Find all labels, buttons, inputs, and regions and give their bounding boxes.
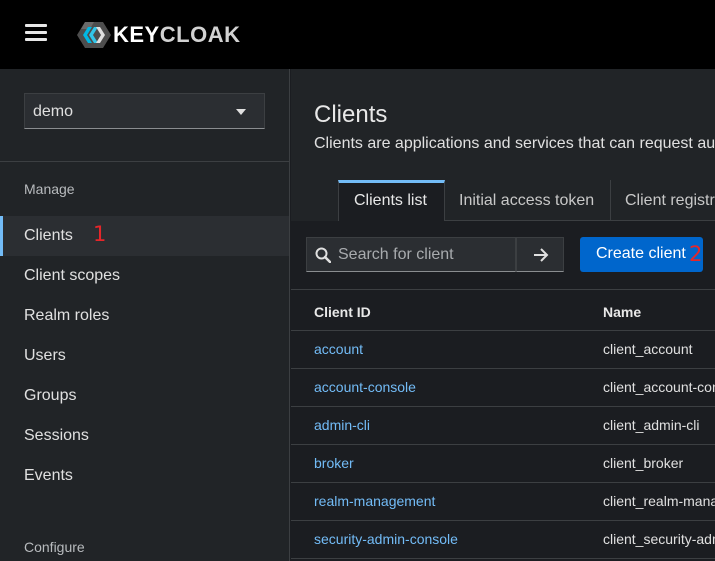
caret-down-icon bbox=[236, 109, 246, 115]
search-box bbox=[306, 237, 516, 272]
create-client-button[interactable]: Create client bbox=[580, 237, 703, 272]
client-id-link[interactable]: account-console bbox=[314, 379, 416, 395]
logo-wordmark: KEYCLOAK bbox=[113, 22, 241, 47]
realm-selector-value: demo bbox=[33, 103, 74, 120]
sidebar-item-users[interactable]: Users bbox=[0, 336, 289, 376]
table-row: admin-cli client_admin-cli bbox=[291, 407, 715, 445]
client-name: client_account bbox=[603, 341, 693, 357]
table-row: broker client_broker bbox=[291, 445, 715, 483]
client-name: client_admin-cli bbox=[603, 417, 700, 433]
client-id-link[interactable]: security-admin-console bbox=[314, 531, 458, 547]
client-id-link[interactable]: admin-cli bbox=[314, 417, 370, 433]
search-submit-button[interactable] bbox=[516, 237, 564, 272]
annotation-marker-1: 1 bbox=[93, 222, 107, 246]
sidebar-item-label: Realm roles bbox=[24, 307, 110, 324]
main-content: Clients Clients are applications and ser… bbox=[291, 69, 715, 561]
page-title: Clients bbox=[314, 101, 388, 128]
annotation-marker-2: 2 bbox=[689, 242, 703, 266]
tab-label: Initial access token bbox=[459, 192, 595, 209]
section-label-manage: Manage bbox=[24, 181, 75, 197]
sidebar-item-groups[interactable]: Groups bbox=[0, 376, 289, 416]
sidebar-item-label: Client scopes bbox=[24, 267, 121, 284]
sidebar: demo Manage Clients 1 Client scopes Real… bbox=[0, 69, 290, 561]
column-header-client-id[interactable]: Client ID bbox=[314, 304, 371, 320]
table-row: account-console client_account-console bbox=[291, 369, 715, 407]
sidebar-item-sessions[interactable]: Sessions bbox=[0, 416, 289, 456]
sidebar-divider bbox=[0, 161, 290, 162]
sidebar-item-events[interactable]: Events bbox=[0, 456, 289, 496]
sidebar-item-realm-roles[interactable]: Realm roles bbox=[0, 296, 289, 336]
table-row: security-admin-console client_security-a… bbox=[291, 521, 715, 559]
search-input[interactable] bbox=[338, 238, 513, 271]
toolbar: Create client 2 bbox=[291, 221, 715, 289]
tab-client-registration[interactable]: Client registration bbox=[611, 180, 715, 221]
sidebar-item-label: Events bbox=[24, 467, 73, 484]
sidebar-item-label: Users bbox=[24, 347, 66, 364]
sidebar-item-clients[interactable]: Clients bbox=[0, 216, 289, 256]
page-description: Clients are applications and services th… bbox=[314, 135, 715, 152]
tab-label: Clients list bbox=[354, 192, 427, 209]
client-name: client_account-console bbox=[603, 379, 715, 395]
sidebar-item-label: Sessions bbox=[24, 427, 89, 444]
sidebar-item-label: Groups bbox=[24, 387, 77, 404]
sidebar-item-label: Clients bbox=[24, 227, 73, 244]
search-icon bbox=[315, 247, 331, 263]
tab-label: Client registration bbox=[625, 192, 715, 209]
client-name: client_security-admin-console bbox=[603, 531, 715, 547]
section-label-configure: Configure bbox=[24, 539, 85, 555]
tab-initial-access-token[interactable]: Initial access token bbox=[445, 180, 611, 221]
table-row: account client_account bbox=[291, 331, 715, 369]
client-id-link[interactable]: realm-management bbox=[314, 493, 435, 509]
tab-clients-list[interactable]: Clients list bbox=[338, 180, 445, 221]
client-id-link[interactable]: broker bbox=[314, 455, 354, 471]
table-header: Client ID Name bbox=[291, 289, 715, 331]
realm-selector[interactable]: demo bbox=[24, 93, 265, 129]
table-row: realm-management client_realm-management bbox=[291, 483, 715, 521]
arrow-right-icon bbox=[534, 248, 549, 262]
keycloak-logo-icon bbox=[77, 22, 111, 48]
create-client-label: Create client bbox=[596, 245, 686, 262]
keycloak-logo[interactable]: KEYCLOAK bbox=[76, 20, 240, 50]
client-name: client_broker bbox=[603, 455, 684, 471]
column-header-name[interactable]: Name bbox=[603, 304, 641, 320]
client-id-link[interactable]: account bbox=[314, 341, 363, 357]
sidebar-item-client-scopes[interactable]: Client scopes bbox=[0, 256, 289, 296]
hamburger-menu-icon[interactable] bbox=[25, 24, 47, 42]
client-name: client_realm-management bbox=[603, 493, 715, 509]
masthead: KEYCLOAK bbox=[0, 0, 715, 69]
